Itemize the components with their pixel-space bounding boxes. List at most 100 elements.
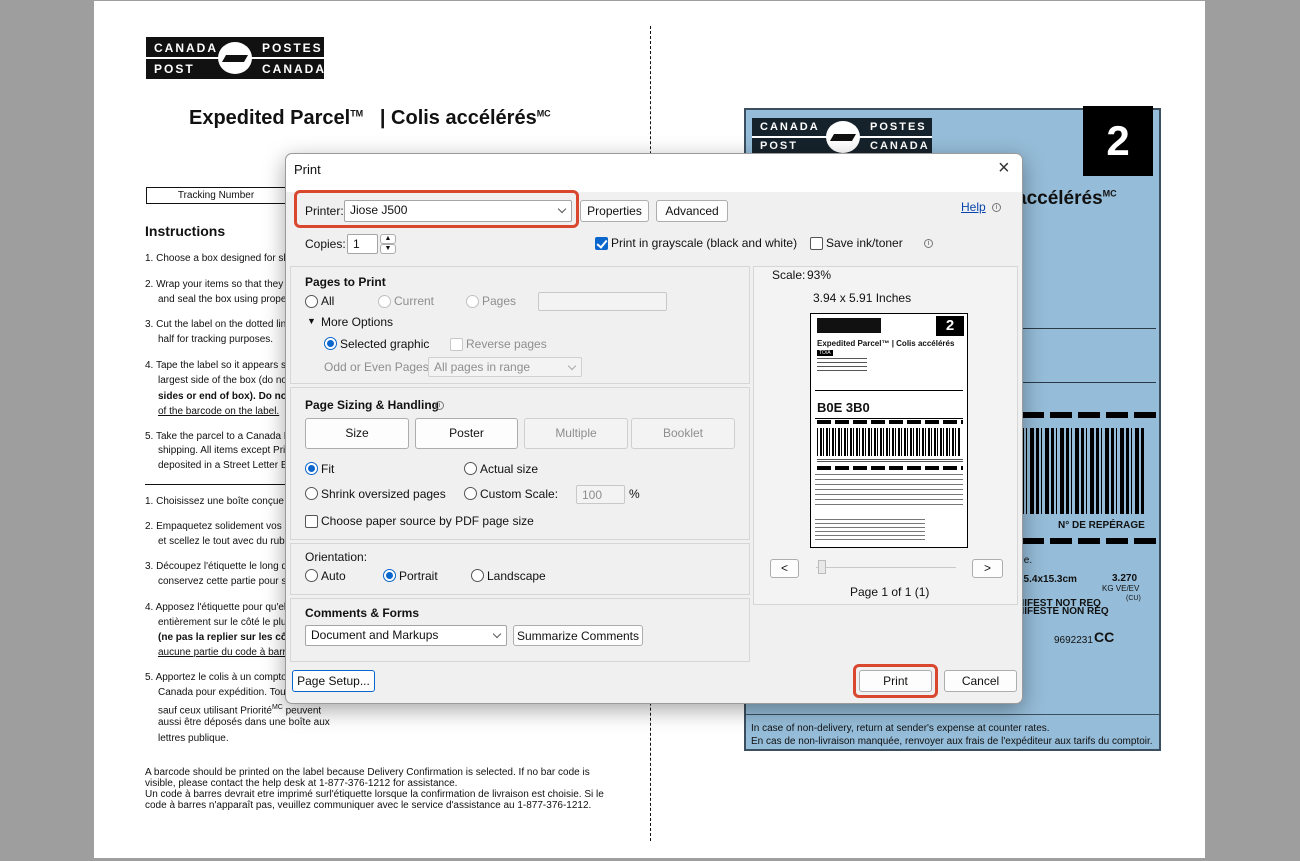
instruction-line: 3. Découpez l'étiquette le long d <box>145 561 288 572</box>
actual-size-label: Actual size <box>480 462 539 476</box>
label-number: 2 <box>1083 106 1153 176</box>
triangle-down-icon[interactable]: ▼ <box>307 316 316 326</box>
canada-post-logo: CANADA POSTES POST CANADA <box>752 118 932 156</box>
preview-postal-code: B0E 3B0 <box>817 400 870 415</box>
pages-heading: Pages to Print <box>305 275 386 289</box>
next-page-button[interactable]: > <box>972 559 1003 578</box>
label-text: N° DE REPÉRAGE <box>1058 520 1145 531</box>
chevron-down-icon <box>492 629 502 639</box>
chevron-down-icon <box>567 361 577 371</box>
label-footer: In case of non-delivery, return at sende… <box>751 723 1153 747</box>
logo-text: CANADA <box>154 41 218 55</box>
instructions-heading: Instructions <box>145 223 226 239</box>
choose-source-checkbox[interactable] <box>305 515 318 528</box>
reverse-pages-checkbox[interactable] <box>450 338 463 351</box>
preview-title: Expedited Parcel™ | Colis accélérés <box>817 339 955 348</box>
custom-scale-input[interactable]: 100 <box>576 485 625 504</box>
shrink-label: Shrink oversized pages <box>321 487 446 501</box>
page-slider-handle[interactable] <box>818 560 826 574</box>
save-ink-checkbox[interactable] <box>810 237 823 250</box>
instruction-line: lettres publique. <box>158 733 229 744</box>
eagle-icon <box>826 121 860 153</box>
preview-barcode <box>817 428 961 456</box>
instruction-line: 2. Wrap your items so that they a <box>145 279 292 290</box>
all-radio[interactable] <box>305 295 318 308</box>
landscape-label: Landscape <box>487 569 546 583</box>
reverse-pages-label: Reverse pages <box>466 337 547 351</box>
copies-up-button[interactable]: ▲ <box>380 234 396 244</box>
instruction-line: 4. Apposez l'étiquette pour qu'el <box>145 602 287 613</box>
orientation-heading: Orientation: <box>305 550 368 564</box>
label-text: (CU) <box>1126 595 1141 602</box>
dialog-title: Print <box>294 162 321 177</box>
instruction-line: Canada pour expédition. Tou <box>158 687 286 698</box>
auto-label: Auto <box>321 569 346 583</box>
properties-button[interactable]: Properties <box>580 200 649 222</box>
instruction-line: half for tracking purposes. <box>158 334 274 345</box>
custom-scale-radio[interactable] <box>464 487 477 500</box>
multiple-button[interactable]: Multiple <box>524 418 628 449</box>
actual-size-radio[interactable] <box>464 462 477 475</box>
logo-text: CANADA <box>262 62 326 76</box>
size-button[interactable]: Size <box>305 418 409 449</box>
preview-logo <box>817 318 881 333</box>
preview-details <box>815 474 963 508</box>
copies-input[interactable]: 1 <box>347 234 378 254</box>
portrait-label: Portrait <box>399 569 438 583</box>
label-stripe <box>1022 412 1158 418</box>
preview-address <box>817 358 867 374</box>
close-icon[interactable]: × <box>998 158 1010 178</box>
odd-even-select[interactable]: All pages in range <box>428 357 582 377</box>
grayscale-checkbox[interactable] <box>595 237 608 250</box>
pages-label: Pages <box>482 294 517 308</box>
logo-text: POSTES <box>262 41 323 55</box>
all-label: All <box>321 294 335 308</box>
odd-even-label: Odd or Even Pages: <box>324 360 433 374</box>
page-setup-button[interactable]: Page Setup... <box>292 670 375 692</box>
save-ink-label: Save ink/toner <box>826 236 903 250</box>
pages-range-input[interactable] <box>538 292 667 311</box>
selected-graphic-radio[interactable] <box>324 337 337 350</box>
percent-label: % <box>629 487 640 501</box>
page-slider-track[interactable] <box>816 567 956 568</box>
auto-radio[interactable] <box>305 569 318 582</box>
instruction-line: 2. Empaquetez solidement vos a <box>145 521 291 532</box>
instruction-line: 3. Cut the label on the dotted lin <box>145 319 287 330</box>
instruction-line: entièrement sur le côté le plu <box>158 617 287 628</box>
prev-page-button[interactable]: < <box>770 559 799 578</box>
instruction-line: and seal the box using prope <box>158 294 287 305</box>
landscape-radio[interactable] <box>471 569 484 582</box>
poster-button[interactable]: Poster <box>415 418 518 449</box>
comments-select[interactable]: Document and Markups <box>305 625 507 646</box>
grayscale-label: Print in grayscale (black and white) <box>611 236 798 250</box>
label-text: 25.4x15.3cm <box>1018 574 1077 585</box>
shrink-radio[interactable] <box>305 487 318 500</box>
current-radio[interactable] <box>378 295 391 308</box>
portrait-radio[interactable] <box>383 569 396 582</box>
copies-down-button[interactable]: ▼ <box>380 244 396 254</box>
info-icon[interactable]: i <box>435 401 444 410</box>
cancel-button[interactable]: Cancel <box>944 670 1017 692</box>
scale-value: 93% <box>807 268 832 282</box>
instruction-line: aucune partie du code à barr <box>158 647 286 658</box>
comments-select-value: Document and Markups <box>311 628 439 642</box>
info-icon[interactable]: i <box>992 203 1001 212</box>
print-dialog: Print × Printer: Jiose J500 Properties A… <box>285 153 1023 704</box>
selected-graphic-label: Selected graphic <box>340 337 430 351</box>
summarize-comments-button[interactable]: Summarize Comments <box>513 625 643 646</box>
booklet-button[interactable]: Booklet <box>631 418 735 449</box>
help-link[interactable]: Help <box>961 200 986 214</box>
fit-radio[interactable] <box>305 462 318 475</box>
pages-radio[interactable] <box>466 295 479 308</box>
advanced-button[interactable]: Advanced <box>656 200 728 222</box>
label-text: CC <box>1094 629 1115 645</box>
label-text: 3.270 <box>1112 573 1138 584</box>
instruction-line: deposited in a Street Letter B <box>158 460 288 471</box>
label-text: 9692231 <box>1054 635 1093 646</box>
info-icon[interactable]: i <box>924 239 933 248</box>
instruction-line: aussi être déposés dans une boîte aux <box>158 717 330 728</box>
copies-label: Copies: <box>305 237 346 251</box>
instruction-line: 1. Choose a box designed for sh <box>145 253 289 264</box>
scale-label: Scale: <box>772 268 806 282</box>
more-options-toggle[interactable]: More Options <box>321 315 393 329</box>
